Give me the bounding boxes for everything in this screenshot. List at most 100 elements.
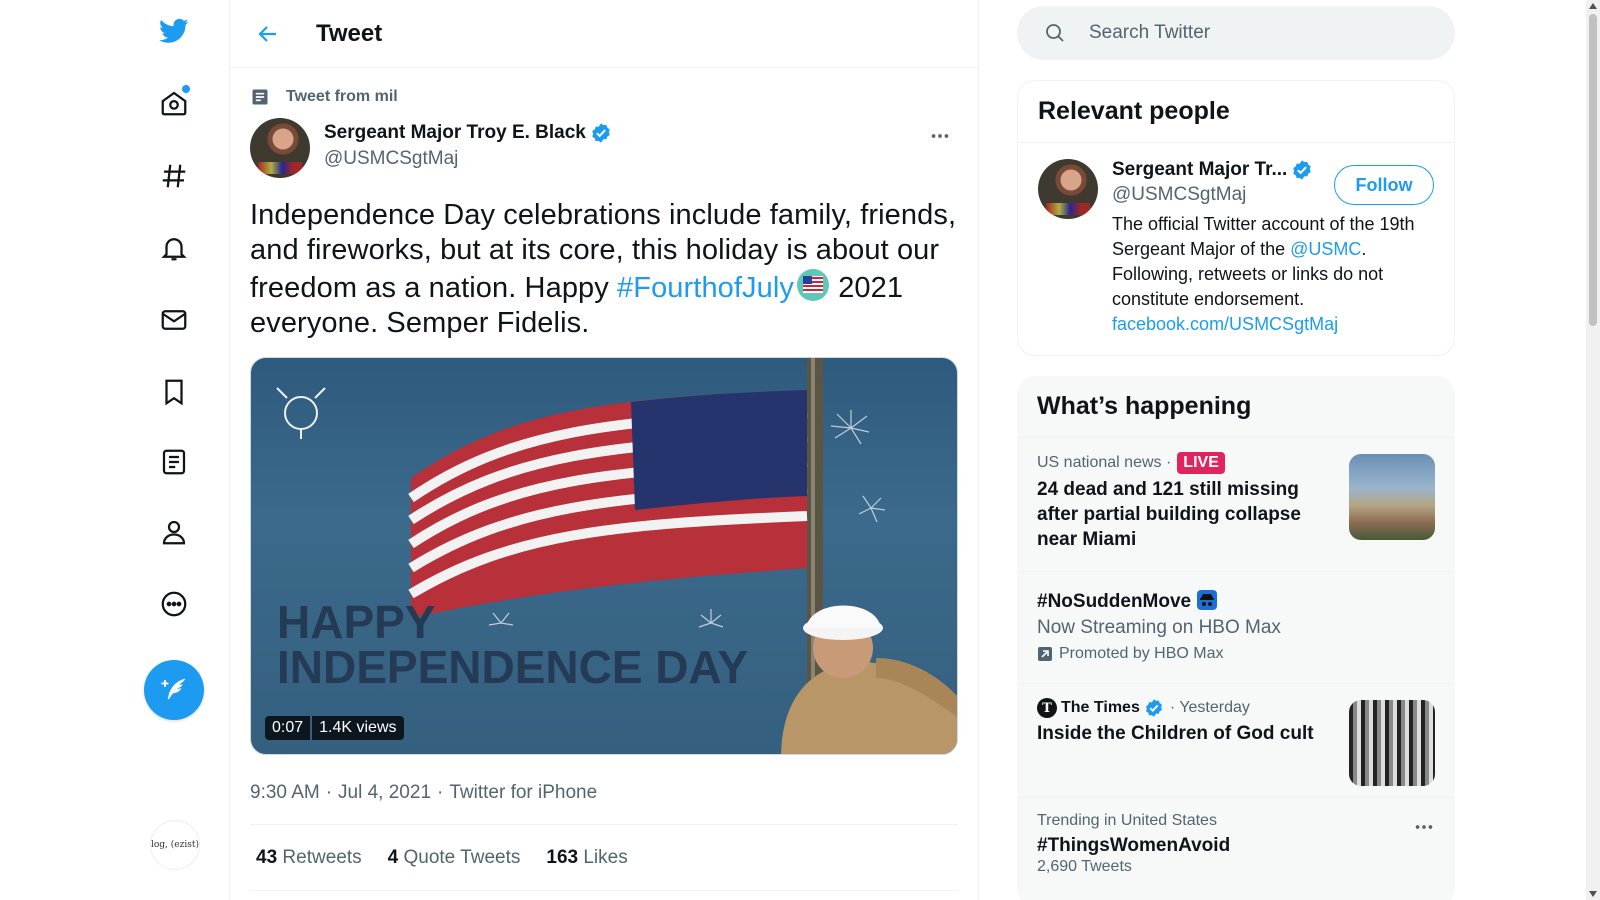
promoted-label: Promoted by HBO Max: [1037, 645, 1435, 663]
video-duration: 0:07: [265, 716, 311, 740]
trend-subtitle: Now Streaming on HBO Max: [1037, 617, 1281, 638]
trend-item[interactable]: US national news · LIVE 24 dead and 121 …: [1017, 438, 1455, 572]
retweets-label: Retweets: [282, 846, 362, 868]
more-horizontal-icon: [1415, 825, 1433, 829]
the-times-logo-icon: T: [1037, 698, 1057, 718]
whats-happening-card: What’s happening US national news · LIVE…: [1017, 376, 1455, 900]
relevant-people-title: Relevant people: [1018, 81, 1454, 143]
hashflag-icon: [1197, 590, 1218, 610]
search-bar[interactable]: [1017, 6, 1455, 60]
tweet-video[interactable]: HAPPY INDEPENDENCE DAY 0:07 1.4K views: [250, 357, 958, 755]
likes-stat[interactable]: 163 Likes: [546, 847, 627, 869]
author-handle[interactable]: @USMCSgtMaj: [324, 148, 612, 170]
tweet-context-label: Tweet from mil: [286, 88, 398, 105]
search-input[interactable]: [1089, 22, 1429, 44]
video-views: 1.4K views: [312, 716, 404, 740]
more-icon[interactable]: [148, 578, 200, 630]
live-badge: LIVE: [1177, 452, 1225, 474]
profile-icon[interactable]: [148, 506, 200, 558]
twitter-logo-icon[interactable]: [148, 5, 200, 57]
right-sidebar: Relevant people Sergeant Major Tr... @US…: [979, 0, 1600, 900]
trend-title: #NoSuddenMove: [1037, 589, 1435, 614]
search-icon: [1046, 24, 1064, 42]
flag-emoji-icon: [797, 269, 830, 301]
tweet-more-button[interactable]: [922, 118, 958, 154]
follow-button[interactable]: Follow: [1334, 165, 1434, 205]
tweet-author: Sergeant Major Troy E. Black @USMCSgtMaj: [250, 118, 958, 188]
person-name[interactable]: Sergeant Major Tr...: [1112, 159, 1287, 181]
left-navigation: log, (ezist): [0, 0, 230, 900]
video-overlay-line2: INDEPENDENCE DAY: [277, 641, 748, 693]
tweet-meta: 9:30 AM · Jul 4, 2021 · Twitter for iPho…: [250, 775, 958, 825]
person-avatar[interactable]: [1038, 159, 1098, 219]
verified-badge-icon: [1145, 699, 1162, 717]
verified-badge-icon: [592, 123, 610, 143]
explore-hashtag-icon[interactable]: [148, 150, 200, 202]
video-badge: 0:07 1.4K views: [265, 716, 404, 740]
account-avatar-text: log, (ezist): [151, 840, 199, 850]
page-scrollbar[interactable]: [1586, 0, 1600, 900]
retweets-count: 43: [256, 846, 278, 868]
likes-count: 163: [546, 846, 579, 868]
scroll-up-arrow-icon[interactable]: [1589, 3, 1597, 9]
trend-item-promoted[interactable]: #NoSuddenMove Now Streaming on HBO Max P…: [1017, 572, 1455, 684]
compose-tweet-button[interactable]: [144, 660, 204, 720]
messages-envelope-icon[interactable]: [148, 294, 200, 346]
compose-feather-icon: [161, 678, 186, 700]
more-horizontal-icon: [931, 134, 949, 138]
trend-more-button[interactable]: [1413, 816, 1435, 843]
tweet-source[interactable]: Twitter for iPhone: [449, 782, 597, 804]
bookmarks-icon[interactable]: [148, 366, 200, 418]
list-context-icon: [252, 89, 268, 105]
tweet-time[interactable]: 9:30 AM: [250, 782, 320, 804]
video-thumbnail: HAPPY INDEPENDENCE DAY: [276, 358, 957, 754]
quotes-label: Quote Tweets: [403, 846, 521, 868]
quotes-count: 4: [387, 846, 399, 868]
scrollbar-thumb[interactable]: [1589, 14, 1597, 326]
person-bio: The official Twitter account of the 19th…: [1112, 212, 1432, 337]
trend-title: 24 dead and 121 still missing after part…: [1037, 479, 1301, 550]
bio-website-link[interactable]: facebook.com/USMCSgtMaj: [1112, 314, 1338, 334]
back-arrow-icon: [258, 25, 276, 42]
main-header: Tweet: [230, 0, 978, 68]
promoted-by: Promoted by HBO Max: [1059, 645, 1224, 662]
bio-mention-link[interactable]: @USMC: [1290, 239, 1361, 259]
back-button[interactable]: [248, 14, 288, 54]
trend-item[interactable]: Trending in United States #ThingsWomenAv…: [1017, 798, 1455, 890]
tweet-stats: 43 Retweets 4 Quote Tweets 163 Likes: [250, 825, 958, 891]
trend-category: US national news ·: [1037, 454, 1172, 471]
tweet: Tweet from mil Sergeant Major Troy E. Bl…: [230, 68, 978, 900]
verified-badge-icon: [1293, 160, 1311, 180]
promoted-icon: [1038, 647, 1052, 661]
tweet-date[interactable]: Jul 4, 2021: [338, 782, 431, 804]
main-column: Tweet Tweet from mil Sergeant Major Troy…: [230, 0, 979, 900]
relevant-people-card: Relevant people Sergeant Major Tr... @US…: [1017, 80, 1455, 356]
trend-category: Trending in United States: [1037, 812, 1217, 829]
person-bio-part1: The official Twitter account of the 19th…: [1112, 214, 1415, 259]
lists-icon[interactable]: [148, 436, 200, 488]
notifications-bell-icon[interactable]: [148, 222, 200, 274]
account-avatar[interactable]: log, (ezist): [150, 820, 200, 870]
author-name[interactable]: Sergeant Major Troy E. Black: [324, 122, 586, 144]
scroll-down-arrow-icon[interactable]: [1589, 891, 1597, 897]
trend-title: #ThingsWomenAvoid: [1037, 835, 1231, 856]
trend-item[interactable]: T The Times · Yesterday Inside the Child…: [1017, 684, 1455, 798]
trend-time: · Yesterday: [1169, 699, 1250, 716]
home-icon[interactable]: [148, 77, 200, 129]
retweets-stat[interactable]: 43 Retweets: [256, 847, 362, 869]
tweet-context[interactable]: Tweet from mil: [250, 68, 958, 118]
tweet-text: Independence Day celebrations include fa…: [250, 198, 958, 341]
trend-thumbnail: [1349, 700, 1435, 786]
relevant-person[interactable]: Sergeant Major Tr... @USMCSgtMaj The off…: [1018, 143, 1454, 353]
trend-source: The Times: [1061, 699, 1140, 716]
author-avatar[interactable]: [250, 118, 310, 178]
trend-hashtag: #NoSuddenMove: [1037, 591, 1192, 612]
trend-tweet-count: 2,690 Tweets: [1037, 858, 1132, 875]
hashtag-link[interactable]: #FourthofJuly: [617, 272, 794, 304]
tweet-actions: [250, 891, 958, 900]
home-notification-dot: [182, 85, 190, 93]
whats-happening-title: What’s happening: [1017, 376, 1455, 438]
likes-label: Likes: [583, 846, 628, 868]
page-title: Tweet: [316, 19, 383, 47]
quote-tweets-stat[interactable]: 4 Quote Tweets: [388, 847, 521, 869]
